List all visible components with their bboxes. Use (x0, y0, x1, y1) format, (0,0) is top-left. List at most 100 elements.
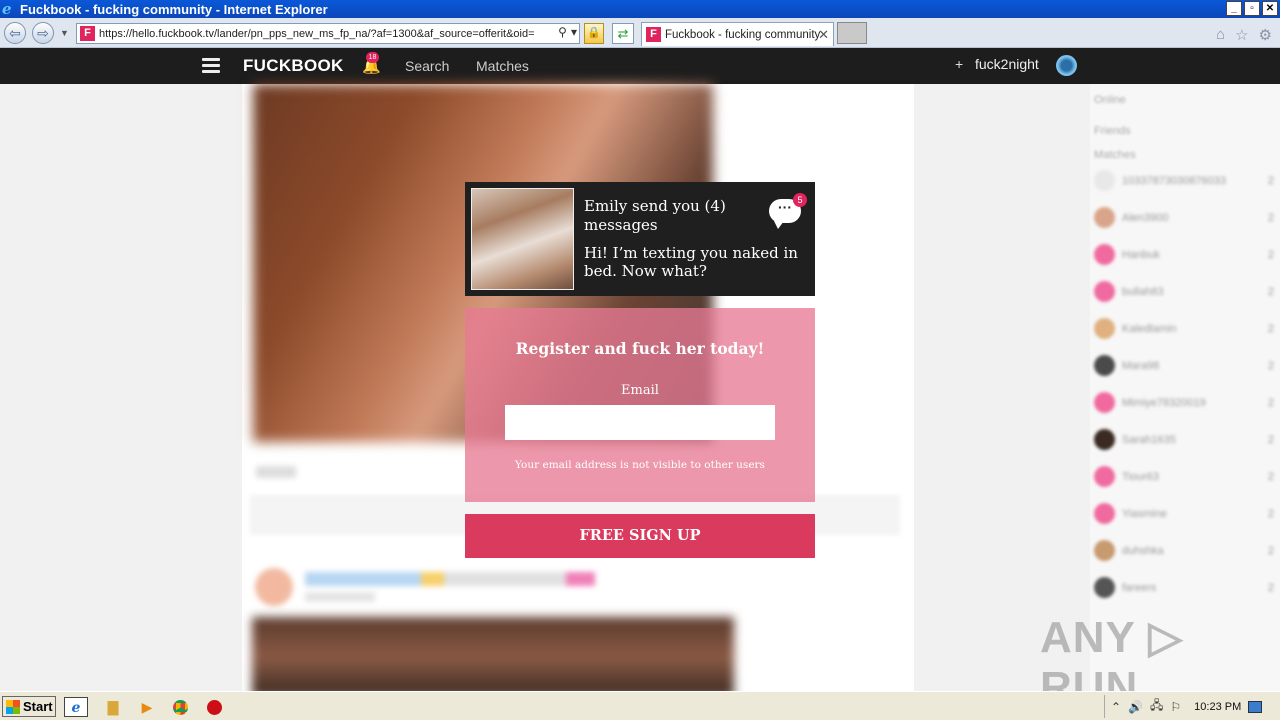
sidebar-user-avatar (1094, 540, 1115, 561)
sidebar-user-count: 2 (1267, 582, 1274, 594)
opera-taskbar-icon[interactable] (202, 697, 226, 717)
sidebar-user-row[interactable]: Mimiye78320019 2 (1094, 392, 1274, 414)
start-button[interactable]: Start (2, 696, 56, 717)
register-title: Register and fuck her today! (515, 339, 765, 358)
sidebar-user-name: Mara98 (1122, 360, 1160, 372)
back-button[interactable]: ⇦ (4, 22, 26, 44)
sidebar-user-count: 2 (1267, 175, 1274, 187)
lock-icon[interactable]: 🔒 (584, 23, 604, 44)
settings-gear-icon[interactable]: ⚙ (1259, 26, 1272, 44)
post-timestamp (305, 592, 375, 602)
message-title: Emily send you (4) messages (584, 197, 726, 234)
search-icon[interactable]: ⚲ (558, 25, 567, 39)
minimize-button[interactable]: _ (1226, 1, 1242, 16)
sidebar-user-count: 2 (1267, 471, 1274, 483)
windows-flag-icon (6, 699, 20, 714)
tray-expand-icon[interactable]: ⌃ (1111, 700, 1121, 714)
compat-refresh-icon[interactable]: ⇄ (612, 23, 634, 44)
friends-label: Friends (1094, 125, 1131, 137)
sidebar-user-name: Kaledlamin (1122, 323, 1177, 335)
sidebar-user-avatar (1094, 244, 1115, 265)
sidebar-user-row[interactable]: Sarah1635 2 (1094, 429, 1274, 451)
plus-icon[interactable]: + (955, 56, 963, 72)
restore-button[interactable]: ▫ (1244, 1, 1260, 16)
username-link[interactable]: fuck2night (975, 56, 1039, 72)
sidebar-user-count: 2 (1267, 360, 1274, 372)
volume-icon[interactable]: 🔊 (1128, 700, 1143, 714)
sender-photo (471, 188, 574, 290)
sidebar-user-count: 2 (1267, 545, 1274, 557)
window-title: Fuckbook - fucking community - Internet … (20, 1, 328, 17)
browser-toolbar: ⇦ ⇨ ▼ F https://hello.fuckbook.tv/lander… (0, 18, 1280, 48)
forward-button[interactable]: ⇨ (32, 22, 54, 44)
post-author-avatar (255, 568, 293, 606)
sidebar-user-count: 2 (1267, 508, 1274, 520)
sidebar-user-row[interactable]: fareers 2 (1094, 577, 1274, 599)
online-label: Online (1094, 94, 1126, 106)
sidebar-user-row[interactable]: Yiasmine 2 (1094, 503, 1274, 525)
nav-matches-link[interactable]: Matches (476, 58, 529, 74)
notification-badge: 18 (366, 52, 379, 63)
post-author-name (305, 572, 595, 586)
post-caption (256, 466, 296, 478)
folder-taskbar-icon[interactable]: ▇ (101, 697, 125, 717)
sidebar-user-avatar (1094, 392, 1115, 413)
sidebar-user-avatar (1094, 207, 1115, 228)
sidebar-user-row[interactable]: duhshka 2 (1094, 540, 1274, 562)
matches-label: Matches (1094, 149, 1136, 161)
system-tray: ⌃ 🔊 🖧 ⚐ 10:23 PM (1104, 695, 1278, 718)
clock: 10:23 PM (1194, 700, 1242, 713)
close-window-button[interactable]: ✕ (1262, 1, 1278, 16)
sidebar-user-count: 2 (1267, 212, 1274, 224)
address-bar[interactable]: F https://hello.fuckbook.tv/lander/pn_pp… (76, 23, 580, 44)
sidebar-user-row[interactable]: Alen3900 2 (1094, 207, 1274, 229)
history-dropdown-icon[interactable]: ▼ (60, 28, 69, 38)
sidebar-user-row[interactable]: bullah83 2 (1094, 281, 1274, 303)
flag-icon[interactable]: ⚐ (1170, 700, 1181, 714)
home-icon[interactable]: ⌂ (1216, 26, 1225, 44)
network-icon[interactable]: 🖧 (1150, 696, 1163, 717)
sidebar-user-row[interactable]: Kaledlamin 2 (1094, 318, 1274, 340)
sidebar-user-row[interactable]: 10337873030876033 2 (1094, 170, 1274, 192)
sidebar-user-name: 10337873030876033 (1122, 175, 1227, 187)
tab-label: Fuckbook - fucking community (665, 28, 821, 41)
message-preview: Hi! I’m texting you naked in bed. Now wh… (584, 244, 798, 280)
sidebar-user-row[interactable]: Hanbuk 2 (1094, 244, 1274, 266)
address-dropdown-icon[interactable]: ▾ (571, 25, 577, 39)
ie-taskbar-icon[interactable]: e (64, 697, 88, 717)
sidebar-user-avatar (1094, 429, 1115, 450)
email-field[interactable] (505, 405, 775, 440)
sidebar-user-name: Mimiye78320019 (1122, 397, 1206, 409)
sidebar-user-row[interactable]: Tiour63 2 (1094, 466, 1274, 488)
browser-tab[interactable]: F Fuckbook - fucking community ✕ (641, 22, 834, 46)
second-post-photo (252, 617, 734, 697)
sidebar-user-name: bullah83 (1122, 286, 1164, 298)
sidebar-user-name: fareers (1122, 582, 1157, 594)
message-notification-card[interactable]: Emily send you (4) messages Hi! I’m text… (465, 182, 815, 296)
register-panel: Register and fuck her today! Email Your … (465, 308, 815, 502)
sidebar-user-name: Hanbuk (1122, 249, 1160, 261)
favorites-star-icon[interactable]: ☆ (1235, 26, 1248, 44)
site-header: FUCKBOOK 🔔 18 Search Matches + fuck2nigh… (0, 48, 1280, 84)
free-signup-button[interactable]: FREE SIGN UP (465, 514, 815, 558)
new-tab-button[interactable] (837, 22, 867, 44)
sidebar-user-avatar (1094, 503, 1115, 524)
nav-search-link[interactable]: Search (405, 58, 449, 74)
sidebar-user-avatar (1094, 281, 1115, 302)
user-avatar[interactable] (1056, 55, 1077, 76)
show-desktop-icon[interactable] (1248, 700, 1263, 713)
menu-hamburger-icon[interactable] (202, 58, 220, 73)
sidebar-user-count: 2 (1267, 286, 1274, 298)
email-privacy-note: Your email address is not visible to oth… (515, 459, 765, 471)
sidebar-user-avatar (1094, 355, 1115, 376)
email-label: Email (621, 383, 659, 398)
sidebar-user-count: 2 (1267, 397, 1274, 409)
unread-badge: 5 (793, 193, 807, 207)
media-player-taskbar-icon[interactable]: ▶ (135, 697, 159, 717)
chrome-taskbar-icon[interactable] (168, 697, 192, 717)
site-logo[interactable]: FUCKBOOK (243, 56, 344, 76)
url-text[interactable]: https://hello.fuckbook.tv/lander/pn_pps_… (99, 28, 539, 40)
tab-close-icon[interactable]: ✕ (818, 27, 829, 43)
sidebar-user-row[interactable]: Mara98 2 (1094, 355, 1274, 377)
windows-taskbar: Start e ▇ ▶ ⌃ 🔊 🖧 ⚐ 10:23 PM (0, 691, 1280, 720)
